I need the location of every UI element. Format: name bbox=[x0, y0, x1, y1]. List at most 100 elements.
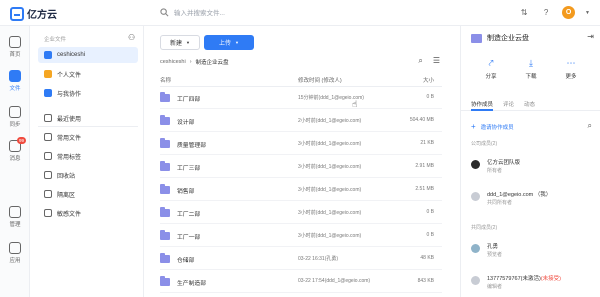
member-role[interactable]: 共同所有者 bbox=[487, 199, 512, 206]
avatar bbox=[471, 244, 480, 253]
row-name[interactable]: 设计部 bbox=[177, 117, 194, 126]
table-row[interactable]: 生产制造部 03-22 17:54(ddd_1@egeio.com) 843 K… bbox=[160, 272, 442, 293]
tree-item-label: 隔离区 bbox=[57, 192, 76, 199]
tree-item-favorites[interactable]: 常用文件 bbox=[38, 129, 138, 145]
row-name[interactable]: 工厂四部 bbox=[177, 94, 200, 103]
rail-label: 文件 bbox=[9, 86, 21, 92]
chevron-down-icon: ▼ bbox=[186, 40, 190, 45]
member-row[interactable]: 亿方云团队版 所有者 bbox=[471, 158, 596, 178]
row-time: 3小时前(ddd_1@egeio.com) bbox=[298, 164, 362, 170]
row-size: 0 B bbox=[426, 209, 434, 215]
sync-icon bbox=[9, 106, 21, 118]
tree-item-sensitive[interactable]: 敏感文件 bbox=[38, 205, 138, 221]
upload-button-label: 上传 bbox=[219, 41, 232, 47]
top-bar: 亿方云 输入并搜索文件... ⇅ ? O ▼ bbox=[0, 0, 600, 26]
member-role[interactable]: 所有者 bbox=[487, 167, 502, 174]
search-input[interactable]: 输入并搜索文件... bbox=[174, 7, 225, 17]
share-button[interactable]: ⤤ 分享 bbox=[476, 58, 506, 80]
rail-label: 同步 bbox=[9, 122, 21, 128]
member-row[interactable]: 孔勇 预览者 bbox=[471, 242, 596, 262]
row-name[interactable]: 质量管理部 bbox=[177, 140, 206, 149]
row-name[interactable]: 生产制造部 bbox=[177, 278, 206, 287]
folder-tree: 企业文件 ⚇ ceshiceshi 个人文件 与我协作 最近使用 常用文件 常用… bbox=[30, 26, 144, 297]
org-icon[interactable]: ⚇ bbox=[128, 33, 135, 42]
file-list-area: 新建 ▼ 上传 ▼ ceshiceshi › 制造企业云盘 ⌕ ☰ 名称 修改时… bbox=[144, 26, 460, 297]
tab-comments[interactable]: 评论 bbox=[503, 100, 514, 108]
global-search[interactable]: 输入并搜索文件... bbox=[160, 7, 225, 17]
row-name[interactable]: 工厂一部 bbox=[177, 232, 200, 241]
new-button[interactable]: 新建 ▼ bbox=[160, 35, 200, 50]
chevron-right-icon: › bbox=[189, 59, 192, 65]
member-role[interactable]: 预览者 bbox=[487, 251, 502, 258]
tab-collaborators[interactable]: 协作成员 bbox=[471, 100, 493, 108]
avatar[interactable]: O bbox=[562, 6, 576, 19]
tree-item-collab[interactable]: 与我协作 bbox=[38, 85, 138, 101]
personal-icon bbox=[44, 70, 52, 78]
table-row[interactable]: 销售部 3小时前(ddd_1@egeio.com) 2.51 MB bbox=[160, 180, 442, 201]
tree-item-trash[interactable]: 回收站 bbox=[38, 167, 138, 183]
row-name[interactable]: 工厂二部 bbox=[177, 209, 200, 218]
row-name[interactable]: 销售部 bbox=[177, 186, 194, 195]
tree-item-tags[interactable]: 常用标签 bbox=[38, 148, 138, 164]
table-row[interactable]: 设计部 2小时前(ddd_1@egeio.com) 504.40 MB bbox=[160, 111, 442, 132]
search-icon[interactable]: ⌕ bbox=[418, 56, 422, 66]
search-icon[interactable]: ⌕ bbox=[588, 121, 592, 131]
member-name: 孔勇 bbox=[487, 244, 499, 250]
more-button[interactable]: ⋯ 更多 bbox=[556, 58, 586, 80]
logo[interactable]: 亿方云 bbox=[10, 6, 57, 21]
rail-item-admin[interactable]: 管理 bbox=[0, 206, 30, 228]
table-row[interactable]: 工厂一部 3小时前(ddd_1@egeio.com) 0 B bbox=[160, 226, 442, 247]
rail-item-files[interactable]: 文件 bbox=[0, 70, 30, 92]
table-row[interactable]: 质量管理部 3小时前(ddd_1@egeio.com) 21 KB bbox=[160, 134, 442, 155]
folder-icon bbox=[160, 253, 170, 263]
table-row[interactable]: 仓储部 03-22 16:31(孔勇) 48 KB bbox=[160, 249, 442, 270]
table-row[interactable]: 工厂四部 15分钟前(ddd_1@egeio.com) 0 B bbox=[160, 88, 442, 109]
breadcrumb-current: 制造企业云盘 bbox=[195, 60, 229, 66]
trash-icon bbox=[44, 171, 52, 179]
logo-icon bbox=[10, 6, 24, 21]
member-row[interactable]: 13777579767(未激活)(未接受) 编辑者 bbox=[471, 274, 596, 294]
tree-item-recent[interactable]: 最近使用 bbox=[38, 110, 138, 126]
tree-item-label: ceshiceshi bbox=[57, 52, 86, 58]
member-row[interactable]: ddd_1@egeio.com （我） 共同所有者 bbox=[471, 190, 596, 210]
table-row[interactable]: 工厂二部 3小时前(ddd_1@egeio.com) 0 B bbox=[160, 203, 442, 224]
member-role[interactable]: 编辑者 bbox=[487, 283, 502, 290]
table-row[interactable]: 工厂三部 3小时前(ddd_1@egeio.com) 2.91 MB bbox=[160, 157, 442, 178]
chevron-down-icon[interactable]: ▼ bbox=[585, 10, 590, 16]
row-time: 03-22 16:31(孔勇) bbox=[298, 256, 339, 262]
breadcrumb: ceshiceshi › 制造企业云盘 bbox=[160, 58, 229, 66]
view-toggle-icon[interactable]: ☰ bbox=[433, 56, 440, 66]
tree-item-quarantine[interactable]: 隔离区 bbox=[38, 186, 138, 202]
breadcrumb-root[interactable]: ceshiceshi bbox=[160, 59, 186, 65]
upload-button[interactable]: 上传 ▼ bbox=[204, 35, 254, 50]
transfer-icon[interactable]: ⇅ bbox=[518, 7, 530, 19]
col-time[interactable]: 修改时间 (修改人) bbox=[298, 76, 342, 84]
invite-button[interactable]: + 邀请协作成员 bbox=[471, 122, 514, 131]
tree-item-ceshiceshi[interactable]: ceshiceshi bbox=[38, 47, 138, 63]
folder-icon bbox=[160, 138, 170, 148]
tree-item-label: 个人文件 bbox=[57, 72, 82, 79]
message-badge: 99 bbox=[17, 137, 27, 144]
collapse-panel-icon[interactable]: ⇥ bbox=[587, 32, 594, 41]
row-name[interactable]: 仓储部 bbox=[177, 255, 194, 264]
tree-item-personal[interactable]: 个人文件 bbox=[38, 66, 138, 82]
star-icon bbox=[44, 133, 52, 141]
member-name: 亿方云团队版 bbox=[487, 160, 521, 166]
rail-item-messages[interactable]: 99 消息 bbox=[0, 137, 30, 162]
tab-activity[interactable]: 动态 bbox=[524, 100, 535, 108]
col-name[interactable]: 名称 bbox=[160, 76, 171, 84]
rail-item-home[interactable]: 首页 bbox=[0, 36, 30, 58]
rail-item-apps[interactable]: 应用 bbox=[0, 242, 30, 264]
help-icon[interactable]: ? bbox=[540, 7, 552, 19]
col-size[interactable]: 大小 bbox=[423, 76, 434, 84]
details-panel: 制造企业云盘 ⇥ ⤤ 分享 ⤓ 下载 ⋯ 更多 协作成员 评论 动态 + 邀请协… bbox=[460, 26, 600, 297]
group-company[interactable]: 公司成员(2) bbox=[471, 140, 497, 147]
tree-item-label: 常用文件 bbox=[57, 135, 82, 142]
rail-item-sync[interactable]: 同步 bbox=[0, 106, 30, 128]
group-shared[interactable]: 共同成员(2) bbox=[471, 224, 497, 231]
rail-label: 首页 bbox=[9, 52, 21, 58]
tree-item-label: 敏感文件 bbox=[57, 211, 82, 218]
download-button[interactable]: ⤓ 下载 bbox=[516, 58, 546, 80]
row-name[interactable]: 工厂三部 bbox=[177, 163, 200, 172]
mouse-cursor-icon: ☝ bbox=[352, 99, 358, 109]
